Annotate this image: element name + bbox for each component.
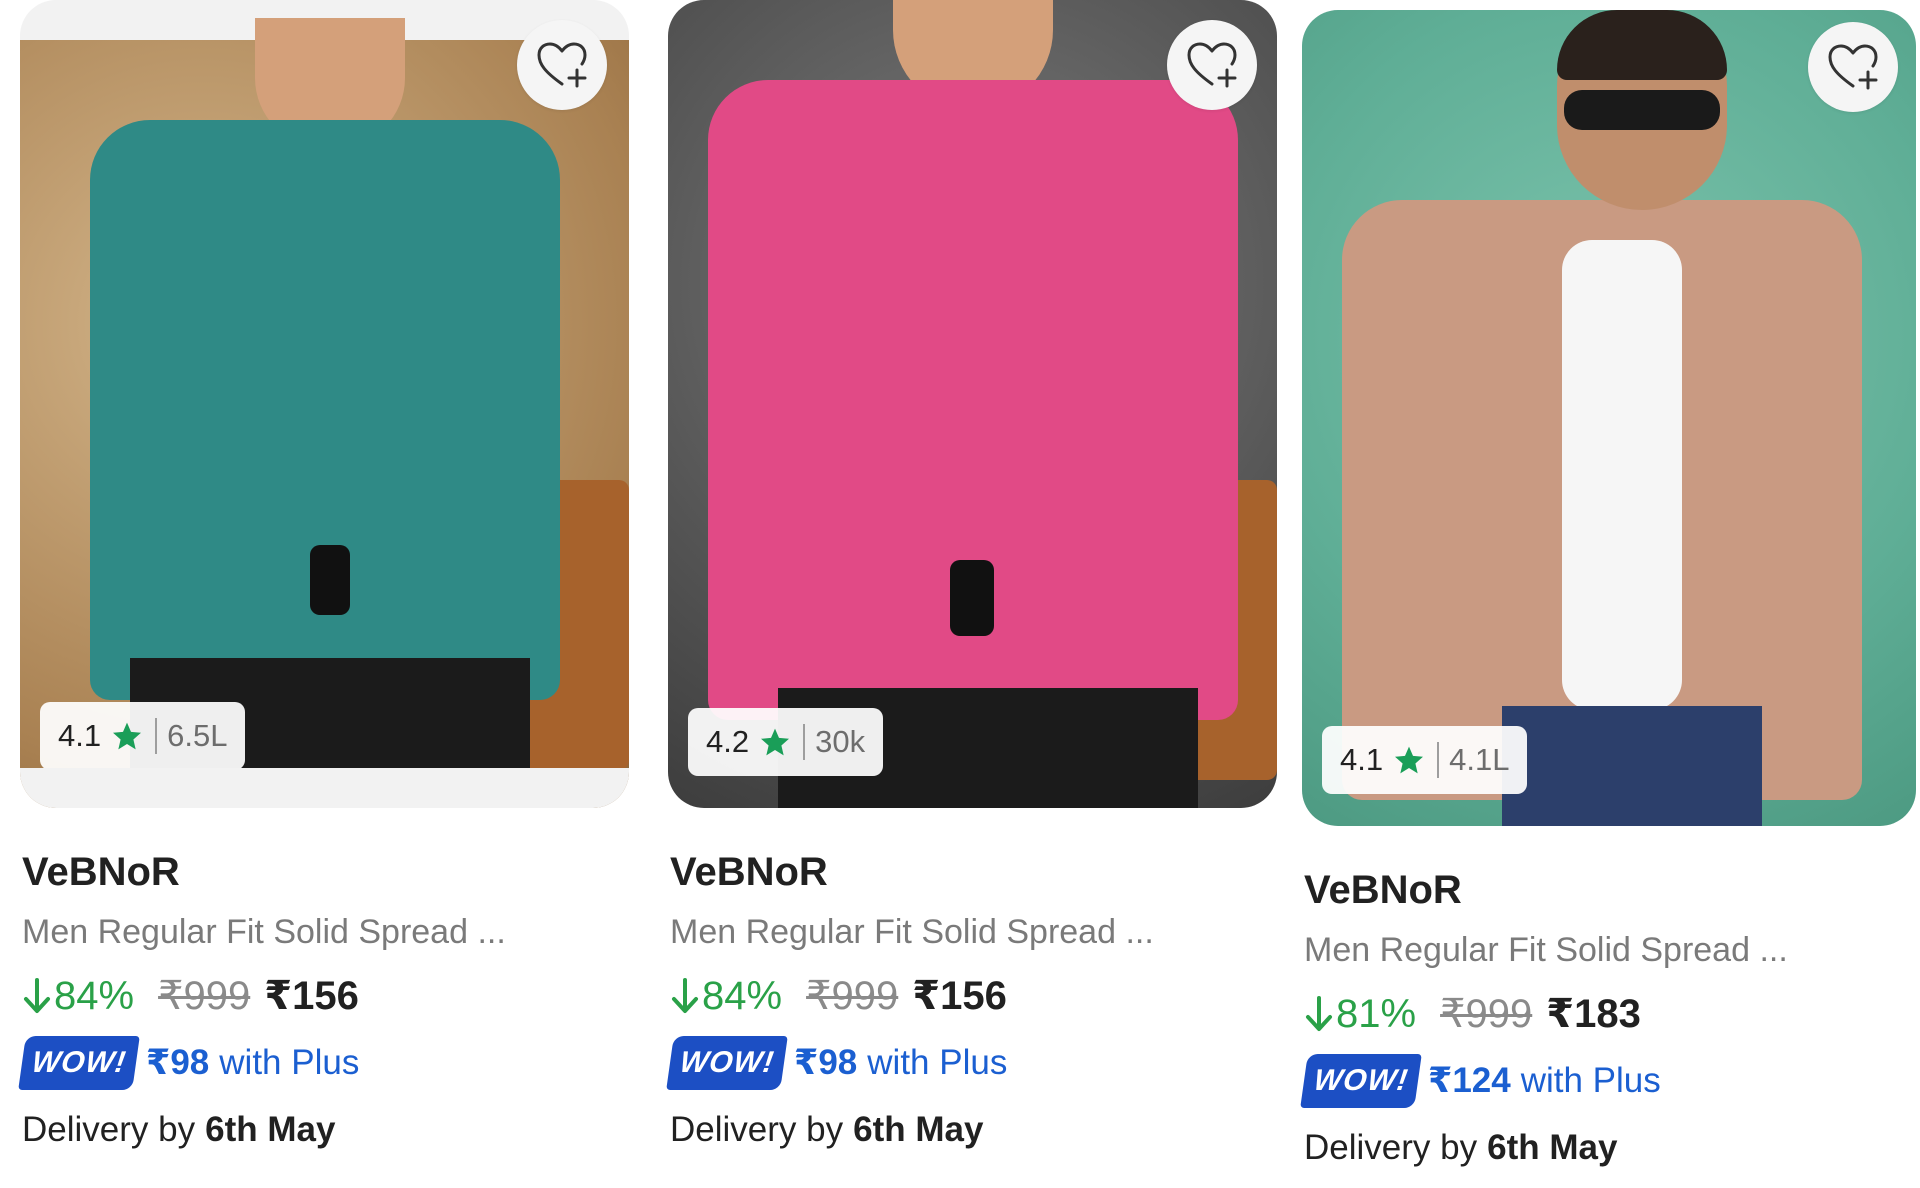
delivery-info: Delivery by 6th May [670, 1106, 1277, 1154]
wow-badge: WOW! [666, 1036, 788, 1090]
sale-price: ₹183 [1546, 992, 1641, 1036]
delivery-date: 6th May [205, 1110, 336, 1149]
product-image[interactable]: 4.2 30k [668, 0, 1277, 808]
product-title[interactable]: Men Regular Fit Solid Spread ... [1304, 928, 1916, 972]
product-brand: VeBNoR [22, 850, 180, 894]
plus-text: with Plus [867, 1043, 1008, 1082]
rating-badge: 4.2 30k [688, 708, 884, 776]
product-title[interactable]: Men Regular Fit Solid Spread ... [22, 910, 629, 954]
plus-offer: WOW! ₹98 with Plus [666, 1036, 1277, 1090]
discount-badge: 81% [1304, 986, 1416, 1042]
price-row: 81% ₹999 ₹183 [1304, 986, 1916, 1042]
discount-percent: 84% [702, 974, 783, 1018]
product-brand: VeBNoR [1304, 868, 1462, 912]
product-title[interactable]: Men Regular Fit Solid Spread ... [670, 910, 1277, 954]
rating-divider [803, 724, 806, 760]
original-price: ₹999 [806, 974, 899, 1018]
product-info: VeBNoR Men Regular Fit Solid Spread ... … [666, 848, 1277, 1154]
delivery-date: 6th May [853, 1110, 984, 1149]
rating-divider [155, 718, 158, 754]
delivery-label: Delivery by [670, 1110, 844, 1149]
rating-score: 4.2 [706, 724, 750, 759]
product-image[interactable]: 4.1 6.5L [20, 0, 629, 808]
product-card[interactable]: 4.1 4.1L VeBNoR Men Regular Fit Solid Sp… [1300, 10, 1916, 1172]
product-info: VeBNoR Men Regular Fit Solid Spread ... … [18, 848, 629, 1154]
rating-badge: 4.1 4.1L [1322, 726, 1528, 794]
arrow-down-icon [670, 976, 700, 1016]
rating-badge: 4.1 6.5L [40, 702, 246, 770]
plus-offer: WOW! ₹124 with Plus [1300, 1054, 1916, 1108]
discount-percent: 81% [1336, 992, 1417, 1036]
product-card[interactable]: 4.2 30k VeBNoR Men Regular Fit Solid Spr… [666, 0, 1277, 1154]
star-icon [111, 720, 143, 752]
heart-plus-icon [1828, 44, 1878, 90]
product-brand: VeBNoR [670, 850, 828, 894]
star-icon [759, 726, 791, 758]
rating-score: 4.1 [58, 718, 102, 753]
heart-plus-icon [1187, 42, 1237, 88]
plus-text: with Plus [219, 1043, 360, 1082]
wishlist-button[interactable] [517, 20, 607, 110]
product-info: VeBNoR Men Regular Fit Solid Spread ... … [1300, 866, 1916, 1172]
tshirt-illustration [1562, 240, 1682, 710]
delivery-label: Delivery by [1304, 1128, 1478, 1167]
wishlist-button[interactable] [1808, 22, 1898, 112]
watch-illustration [310, 545, 350, 615]
sunglasses-illustration [1564, 90, 1720, 130]
plus-price: ₹98 [145, 1043, 210, 1082]
delivery-info: Delivery by 6th May [22, 1106, 629, 1154]
delivery-label: Delivery by [22, 1110, 196, 1149]
discount-badge: 84% [22, 968, 134, 1024]
discount-percent: 84% [54, 974, 135, 1018]
star-icon [1393, 744, 1425, 776]
heart-plus-icon [537, 42, 587, 88]
rating-divider [1437, 742, 1440, 778]
original-price: ₹999 [1440, 992, 1533, 1036]
jeans-illustration [1502, 706, 1762, 826]
product-grid: 4.1 6.5L VeBNoR Men Regular Fit Solid Sp… [0, 0, 1920, 1188]
delivery-date: 6th May [1487, 1128, 1618, 1167]
rating-count: 30k [815, 724, 866, 759]
rating-count: 4.1L [1449, 742, 1510, 777]
plus-offer: WOW! ₹98 with Plus [18, 1036, 629, 1090]
rating-count: 6.5L [167, 718, 228, 753]
original-price: ₹999 [158, 974, 251, 1018]
wishlist-button[interactable] [1167, 20, 1257, 110]
plus-price: ₹98 [793, 1043, 858, 1082]
delivery-info: Delivery by 6th May [1304, 1124, 1916, 1172]
price-row: 84% ₹999 ₹156 [22, 968, 629, 1024]
discount-badge: 84% [670, 968, 782, 1024]
arrow-down-icon [22, 976, 52, 1016]
wow-badge: WOW! [1300, 1054, 1422, 1108]
hair-illustration [1557, 10, 1727, 80]
sale-price: ₹156 [264, 974, 359, 1018]
rating-score: 4.1 [1340, 742, 1384, 777]
price-row: 84% ₹999 ₹156 [670, 968, 1277, 1024]
wow-badge: WOW! [18, 1036, 140, 1090]
arrow-down-icon [1304, 994, 1334, 1034]
sale-price: ₹156 [912, 974, 1007, 1018]
plus-price: ₹124 [1427, 1061, 1511, 1100]
watch-illustration [950, 560, 994, 636]
product-card[interactable]: 4.1 6.5L VeBNoR Men Regular Fit Solid Sp… [18, 0, 629, 1154]
product-image[interactable]: 4.1 4.1L [1302, 10, 1916, 826]
plus-text: with Plus [1520, 1061, 1661, 1100]
